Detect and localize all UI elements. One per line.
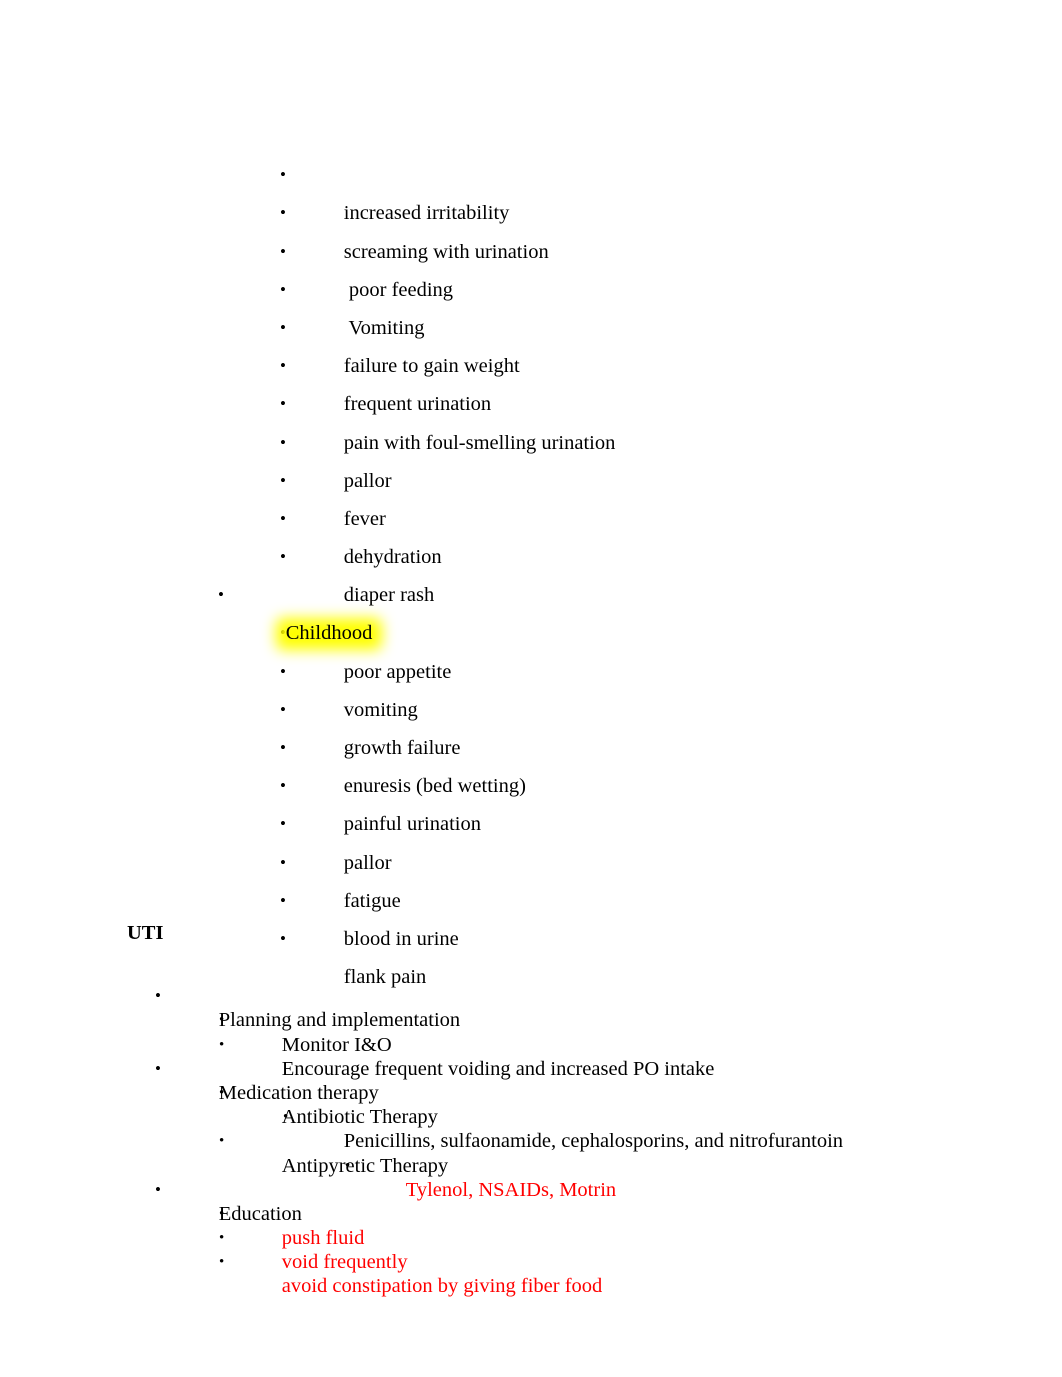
childhood-heading-item: • Childhood [0, 538, 1062, 644]
list-item: • pallor [0, 385, 1062, 492]
list-item: • poor appetite [0, 576, 1062, 682]
list-item: • Vomiting [0, 233, 1062, 339]
list-item: • Antibiotic Therapy [0, 1057, 1062, 1128]
list-item: • flank pain [0, 882, 1062, 988]
list-item-label: void frequently [281, 1251, 408, 1274]
list-item: • Antipyretic Therapy [0, 1105, 1062, 1176]
list-item: • pain with foul-smelling urination [0, 347, 1062, 453]
list-item: • increased irritability [0, 118, 1062, 224]
uti-care-list: • Planning and implementation • Monitor … [0, 960, 1062, 1297]
list-item-label: blood in urine [343, 927, 459, 950]
list-item: • Medication therapy [0, 1033, 1062, 1104]
childhood-label-wrap: Childhood [282, 614, 377, 652]
list-item: • failure to gain weight [0, 271, 1062, 377]
list-item: • enuresis (bed wetting) [0, 691, 1062, 797]
list-item: • vomiting [0, 614, 1062, 721]
list-item: • dehydration [0, 462, 1062, 568]
list-item: • blood in urine [0, 844, 1062, 950]
list-item: • diaper rash [0, 500, 1062, 606]
highlighted-text: Childhood [282, 614, 377, 652]
bullet-icon: • [280, 928, 286, 948]
bullet-icon: • [219, 1254, 225, 1271]
list-item: • fatigue [0, 805, 1062, 912]
list-item-label: avoid constipation by giving fiber food [281, 1275, 603, 1298]
list-item: • push fluid [0, 1178, 1062, 1249]
list-item: • fever [0, 424, 1062, 530]
list-item: • growth failure [0, 653, 1062, 759]
list-item: • frequent urination [0, 309, 1062, 415]
list-item: • screaming with urination [0, 156, 1062, 262]
infant-symptoms-list: • increased irritability • screaming wit… [0, 118, 1062, 988]
list-item: • Penicillins, sulfaonamide, cephalospor… [0, 1081, 1062, 1152]
list-item: • Education [0, 1154, 1062, 1225]
page-title: UTI [127, 922, 164, 944]
list-item: • painful urination [0, 729, 1062, 835]
list-item: • poor feeding [0, 194, 1062, 301]
list-item: • Encourage frequent voiding and increas… [0, 1008, 1062, 1080]
list-item: • pallor [0, 767, 1062, 873]
list-item: • Planning and implementation [0, 960, 1062, 1031]
list-item: • avoid constipation by giving fiber foo… [0, 1226, 1062, 1297]
document-page: • increased irritability • screaming wit… [0, 0, 1062, 1377]
list-item: • Monitor I&O [0, 984, 1062, 1055]
list-item: • Tylenol, NSAIDs, Motrin [0, 1129, 1062, 1201]
list-item: • void frequently [0, 1202, 1062, 1273]
